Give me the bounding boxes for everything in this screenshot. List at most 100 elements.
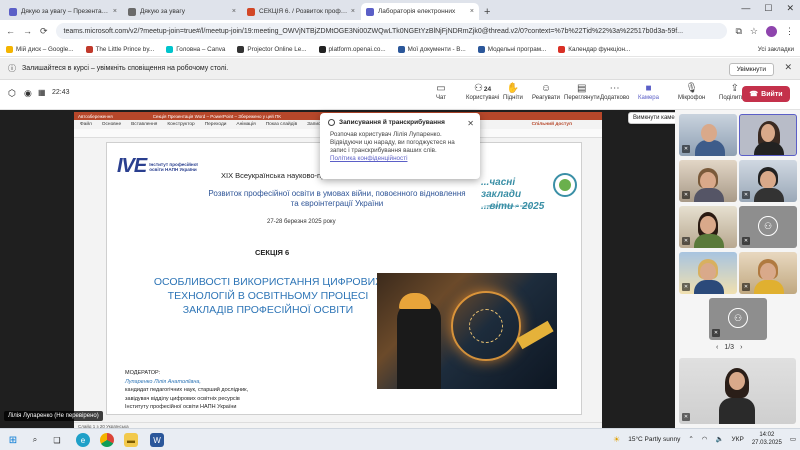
people-button[interactable]: ⚇ 24 Користувачі [466,83,499,101]
mic-button[interactable]: 🎙 Мікрофон [678,83,705,101]
close-icon[interactable]: × [351,8,355,15]
task-view-icon[interactable]: ❑ [50,433,64,447]
ppt-menu-item[interactable]: Показ слайдів [266,122,297,127]
close-icon[interactable]: ✕ [467,119,474,128]
ppt-menu-item[interactable]: Конструктор [167,122,194,127]
ppt-menu-item[interactable]: Анімація [236,122,255,127]
participant-tile[interactable]: ✕ [679,160,737,202]
back-icon[interactable]: ← [6,26,15,36]
new-tab-button[interactable]: + [484,6,490,18]
notifications-icon[interactable]: ▭ [790,435,796,443]
wifi-icon[interactable]: ◠ [702,435,708,443]
participant-tile-no-video[interactable]: ⚇ ✕ [739,206,797,248]
mic-off-icon: ✕ [682,413,690,421]
emoji-button[interactable]: ☺ Реагувати [532,83,560,101]
camera-button[interactable]: ■ Камера [638,83,659,101]
bookmark-item[interactable]: Мої документи - B... [397,45,466,53]
ppt-menu-item[interactable]: Файл [80,122,92,127]
robot-arm [516,320,554,350]
browser-tab-1[interactable]: Дякую за увагу – Презентація × [4,3,122,20]
bookmark-item[interactable]: Головна – Canva [166,45,226,53]
next-page-icon[interactable]: › [740,344,742,351]
hand-button[interactable]: ✋ Підніти [503,83,523,101]
bookmark-item[interactable]: Мій диск – Google... [6,45,74,53]
ppt-menu-item[interactable]: Основне [102,122,121,127]
bookmark-item[interactable]: Projector Online Le... [237,45,307,53]
bookmark-item[interactable]: Модельні програм... [477,45,546,53]
close-window-icon[interactable]: ✕ [786,3,794,14]
close-icon[interactable]: ✕ [784,62,792,73]
prev-page-icon[interactable]: ‹ [716,344,718,351]
participant-pager: ‹ 1/3 › [716,344,742,351]
ppt-menu-item[interactable]: Запис [307,122,320,127]
browser-tab-4[interactable]: Лабораторія електронних × [361,3,479,20]
reload-icon[interactable]: ⟳ [40,26,48,37]
participant-body [694,280,724,294]
browser-tab-3[interactable]: СЕКЦІЯ 6. / Розвиток професі × [242,3,360,20]
url-field[interactable]: teams.microsoft.com/v2/?meetup-join=true… [55,23,728,39]
bookmark-label: Головна – Canva [176,45,226,53]
tray-arrow-icon[interactable]: ⌃ [688,435,693,443]
menu-icon[interactable]: ⋮ [785,26,794,37]
close-icon[interactable]: × [113,8,117,15]
ppt-share-button[interactable]: Спільний доступ [532,122,572,127]
edge-icon[interactable]: e [76,433,90,447]
participant-tile[interactable]: ✕ [679,114,737,156]
bookmark-item[interactable]: The Little Prince by... [85,45,154,53]
participant-tile[interactable]: ✕ [679,358,796,424]
maximize-icon[interactable]: ☐ [764,3,772,14]
explorer-icon[interactable]: ▬ [124,433,138,447]
star-icon[interactable]: ☆ [750,26,758,37]
word-icon[interactable]: W [150,433,164,447]
participant-tile[interactable]: ✕ [739,252,797,294]
control-label: Додатково [600,95,630,101]
window-controls: — ☐ ✕ [741,3,794,14]
ppt-menu-item[interactable]: Вставлення [131,122,157,127]
profile-avatar[interactable] [766,25,777,37]
bookmark-favicon-icon [237,45,245,53]
person-icon: ⚇ [758,216,778,236]
participant-tile-active[interactable] [739,114,797,156]
participant-tile-no-video[interactable]: ⚇ ✕ [709,298,767,340]
extensions-icon[interactable]: ⧉ [735,26,741,37]
participant-tile[interactable]: ✕ [739,160,797,202]
close-icon[interactable]: × [232,8,236,15]
language-indicator[interactable]: УКР [732,436,744,443]
view-button[interactable]: ▤ Переглянути [564,83,600,101]
enable-notifications-button[interactable]: Увімкнути [728,63,774,76]
clock[interactable]: 14:02 27.03.2025 [752,431,782,447]
tab-label: Лабораторія електронних [378,8,456,15]
page-indicator: 1/3 [724,344,735,351]
chat-button[interactable]: ▭ Чат [436,83,446,101]
bookmark-label: Projector Online Le... [247,45,307,53]
phone-icon: ☎ [749,91,759,98]
bookmark-favicon-icon [6,45,13,53]
browser-tab-strip: Дякую за увагу – Презентація × Дякую за у… [0,0,800,20]
mic-icon: 🎙 [685,83,698,94]
windows-start-icon[interactable]: ⊞ [6,433,20,447]
engineer-figure [397,301,441,389]
forward-icon[interactable]: → [23,26,32,36]
volume-icon[interactable]: 🔈 [715,435,723,443]
privacy-link[interactable]: Політика конфіденційності [328,155,472,162]
browser-tab-2[interactable]: Дякую за увагу × [123,3,241,20]
view-icon: ▤ [577,83,587,94]
moderator-name: Лупаренко Лілія Анатоліївна, [125,378,201,385]
bookmark-item[interactable]: platform.openai.co... [318,45,386,53]
search-icon[interactable]: ⌕ [28,433,42,447]
minimize-icon[interactable]: — [741,3,750,14]
bookmark-item[interactable]: Календар функціон... [558,45,630,53]
close-icon[interactable]: × [470,8,474,15]
participant-tile[interactable]: ✕ [679,206,737,248]
chrome-icon[interactable] [100,433,114,447]
hand-icon: ✋ [506,83,520,94]
all-bookmarks-button[interactable]: Усі закладки [758,46,794,53]
share-icon: ⇪ [730,83,739,94]
ppt-menu-item[interactable]: Переходи [205,122,227,127]
clock-date: 27.03.2025 [751,440,782,446]
participant-tile[interactable]: ✕ [679,252,737,294]
windows-taskbar: ⊞ ⌕ ❑ e ▬ W ☀ 15°C Partly sunny ⌃ ◠ 🔈 УК… [0,428,800,450]
more-button[interactable]: ⋯ Додатково [600,83,629,101]
leave-button[interactable]: ☎ Вийти [742,86,790,102]
event-subtitle: ...ства для інновацій освіти [481,203,532,208]
